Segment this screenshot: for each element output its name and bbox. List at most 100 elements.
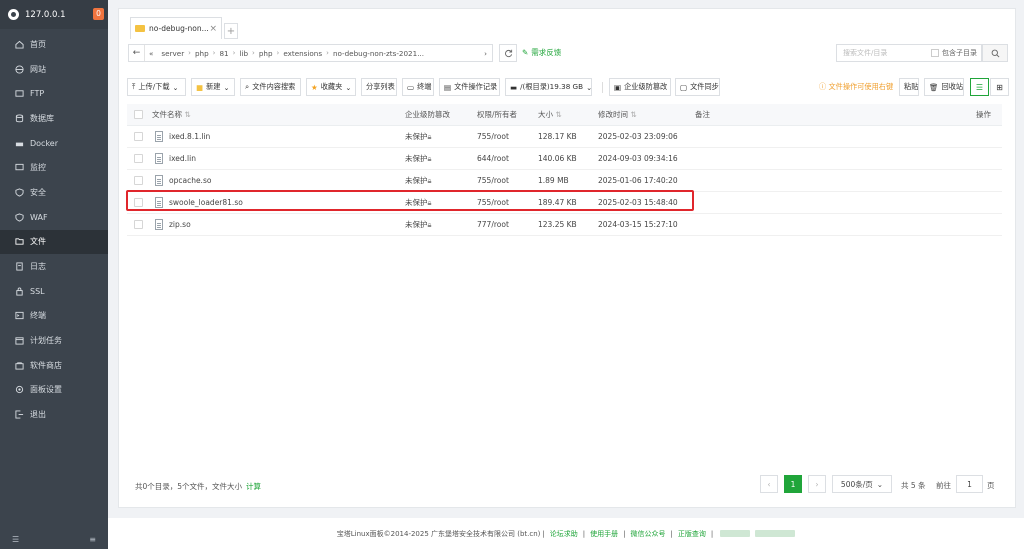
- file-name[interactable]: ixed.lin: [169, 154, 196, 163]
- share-list-button[interactable]: 分享列表: [361, 78, 397, 96]
- collapse-crumbs-icon[interactable]: «: [145, 49, 157, 58]
- row-checkbox[interactable]: [134, 132, 143, 141]
- tab-current-dir[interactable]: no-debug-non... ×: [130, 17, 222, 39]
- content-search-button[interactable]: ⌕ 文件内容搜索: [240, 78, 301, 96]
- breadcrumb-item[interactable]: php: [255, 49, 277, 58]
- tamper-status[interactable]: 未保护🔒︎: [405, 153, 432, 164]
- sidebar-item[interactable]: 终端: [0, 304, 108, 329]
- sidebar-item[interactable]: 首页: [0, 32, 108, 57]
- sidebar-item[interactable]: 退出: [0, 402, 108, 427]
- upload-download-button[interactable]: ⤒ 上传/下载 ⌄: [127, 78, 186, 96]
- table-row[interactable]: ixed.8.1.lin 未保护🔒︎ 755/root 128.17 KB 2025-0…: [127, 126, 1002, 148]
- table-row[interactable]: opcache.so 未保护🔒︎ 755/root 1.89 MB 2025-01-06…: [127, 170, 1002, 192]
- footer-link[interactable]: 正版查询: [678, 530, 706, 538]
- sidebar-item[interactable]: 日志: [0, 254, 108, 279]
- page-size-select[interactable]: 500条/页 ⌄: [832, 475, 892, 493]
- footer-link[interactable]: 论坛求助: [550, 530, 578, 538]
- folder-icon: [135, 25, 145, 32]
- file-sync-button[interactable]: ▢ 文件同步: [675, 78, 720, 96]
- add-tab-button[interactable]: +: [224, 23, 238, 39]
- breadcrumb-item[interactable]: lib: [235, 49, 252, 58]
- page-size-label: 500条/页: [840, 479, 873, 489]
- sidebar-item[interactable]: SSL: [0, 279, 108, 304]
- breadcrumb-item[interactable]: extensions: [279, 49, 326, 58]
- file-permission[interactable]: 755/root: [477, 132, 509, 141]
- favorites-button[interactable]: ★ 收藏夹 ⌄: [306, 78, 356, 96]
- copyright-text: 宝塔Linux面板©2014-2025 广东堡塔安全技术有限公司 (bt.cn): [336, 529, 541, 538]
- footer-link[interactable]: 使用手册: [590, 530, 618, 538]
- back-arrow-icon[interactable]: ←: [129, 45, 145, 61]
- prev-page-button[interactable]: ‹: [760, 475, 778, 493]
- sidebar-item[interactable]: 监控: [0, 155, 108, 180]
- notification-badge[interactable]: 0: [93, 8, 104, 20]
- feedback-link[interactable]: ✎ 需求反馈: [522, 47, 561, 58]
- disk-label: /(根目录)19.38 GB: [520, 82, 584, 91]
- sync-icon: ▢: [680, 82, 688, 92]
- tamper-button[interactable]: ▣ 企业级防篡改: [609, 78, 671, 96]
- recycle-bin-button[interactable]: 🗑 回收站: [924, 78, 964, 96]
- breadcrumb-item[interactable]: 81: [215, 49, 232, 58]
- disk-select[interactable]: ▬/(根目录)19.38 GB ⌄: [505, 78, 592, 96]
- close-icon[interactable]: ×: [209, 24, 217, 34]
- sidebar-item[interactable]: Docker: [0, 131, 108, 156]
- next-page-button[interactable]: ›: [808, 475, 826, 493]
- table-header: 文件名称 ⇅ 企业级防篡改 权限/所有者 大小 ⇅ 修改时间 ⇅ 备注 操作: [127, 104, 1002, 126]
- col-mtime-header[interactable]: 修改时间 ⇅: [598, 109, 637, 120]
- footer: 宝塔Linux面板©2014-2025 广东堡塔安全技术有限公司 (bt.cn)…: [108, 518, 1024, 549]
- tamper-status[interactable]: 未保护🔒︎: [405, 131, 432, 142]
- include-subdir-checkbox[interactable]: [931, 49, 939, 57]
- sidebar-item[interactable]: 网站: [0, 57, 108, 82]
- sidebar-item[interactable]: FTP: [0, 81, 108, 106]
- server-header[interactable]: 127.0.0.1 0: [0, 0, 108, 29]
- calc-size-link[interactable]: 计算: [246, 482, 261, 491]
- chevron-down-icon: ⌄: [172, 82, 179, 92]
- paste-button[interactable]: 粘贴: [899, 78, 919, 96]
- select-all-checkbox[interactable]: [134, 110, 143, 119]
- file-mtime: 2024-03-15 15:27:10: [598, 220, 678, 229]
- menu-icon[interactable]: ≡: [89, 535, 96, 544]
- file-size: 128.17 KB: [538, 132, 577, 141]
- list-view-button[interactable]: ☰: [970, 78, 989, 96]
- search-button[interactable]: [982, 44, 1008, 62]
- goto-page-input[interactable]: 1: [956, 475, 983, 493]
- file-name[interactable]: opcache.so: [169, 176, 211, 185]
- new-button[interactable]: ■ 新建 ⌄: [191, 78, 235, 96]
- breadcrumb-item[interactable]: no-debug-non-zts-2021...: [329, 49, 428, 58]
- table-row[interactable]: ixed.lin 未保护🔒︎ 644/root 140.06 KB 2024-09-03…: [127, 148, 1002, 170]
- refresh-button[interactable]: [499, 44, 517, 62]
- op-log-button[interactable]: ▤ 文件操作记录: [439, 78, 500, 96]
- collapse-icon[interactable]: ☰: [12, 535, 19, 544]
- sidebar-item[interactable]: 计划任务: [0, 328, 108, 353]
- sidebar-item[interactable]: 面板设置: [0, 378, 108, 403]
- file-permission[interactable]: 777/root: [477, 220, 509, 229]
- breadcrumb[interactable]: ← « server › php › 81 › lib › php › extensions › no-…: [128, 44, 493, 62]
- page-1-button[interactable]: 1: [784, 475, 802, 493]
- file-permission[interactable]: 644/root: [477, 154, 509, 163]
- file-name[interactable]: ixed.8.1.lin: [169, 132, 210, 141]
- sidebar-item[interactable]: WAF: [0, 205, 108, 230]
- sidebar-item[interactable]: 数据库: [0, 106, 108, 131]
- tamper-status[interactable]: 未保护🔒︎: [405, 219, 432, 230]
- paste-label: 粘贴: [904, 82, 919, 91]
- col-name-header[interactable]: 文件名称 ⇅: [152, 109, 191, 120]
- footer-link[interactable]: 微信公众号: [630, 530, 665, 538]
- breadcrumb-item[interactable]: server: [157, 49, 188, 58]
- grid-view-button[interactable]: ⊞: [990, 78, 1009, 96]
- grid-view-icon: ⊞: [996, 82, 1003, 92]
- terminal-button[interactable]: ▭ 终端: [402, 78, 434, 96]
- row-checkbox[interactable]: [134, 220, 143, 229]
- row-checkbox[interactable]: [134, 154, 143, 163]
- sidebar-item[interactable]: 文件: [0, 229, 108, 255]
- breadcrumb-item[interactable]: php: [191, 49, 213, 58]
- row-checkbox[interactable]: [134, 176, 143, 185]
- sort-icon: ⇅: [184, 110, 191, 119]
- col-size-header[interactable]: 大小 ⇅: [538, 109, 562, 120]
- sidebar-item[interactable]: 软件商店: [0, 353, 108, 378]
- search-input[interactable]: 搜索文件/目录 包含子目录: [836, 44, 982, 62]
- tamper-status[interactable]: 未保护🔒︎: [405, 175, 432, 186]
- chevron-right-icon[interactable]: ›: [484, 49, 492, 58]
- sidebar-item[interactable]: 安全: [0, 180, 108, 205]
- file-permission[interactable]: 755/root: [477, 176, 509, 185]
- file-name[interactable]: zip.so: [169, 220, 191, 229]
- table-row[interactable]: zip.so 未保护🔒︎ 777/root 123.25 KB 2024-03-15 1…: [127, 214, 1002, 236]
